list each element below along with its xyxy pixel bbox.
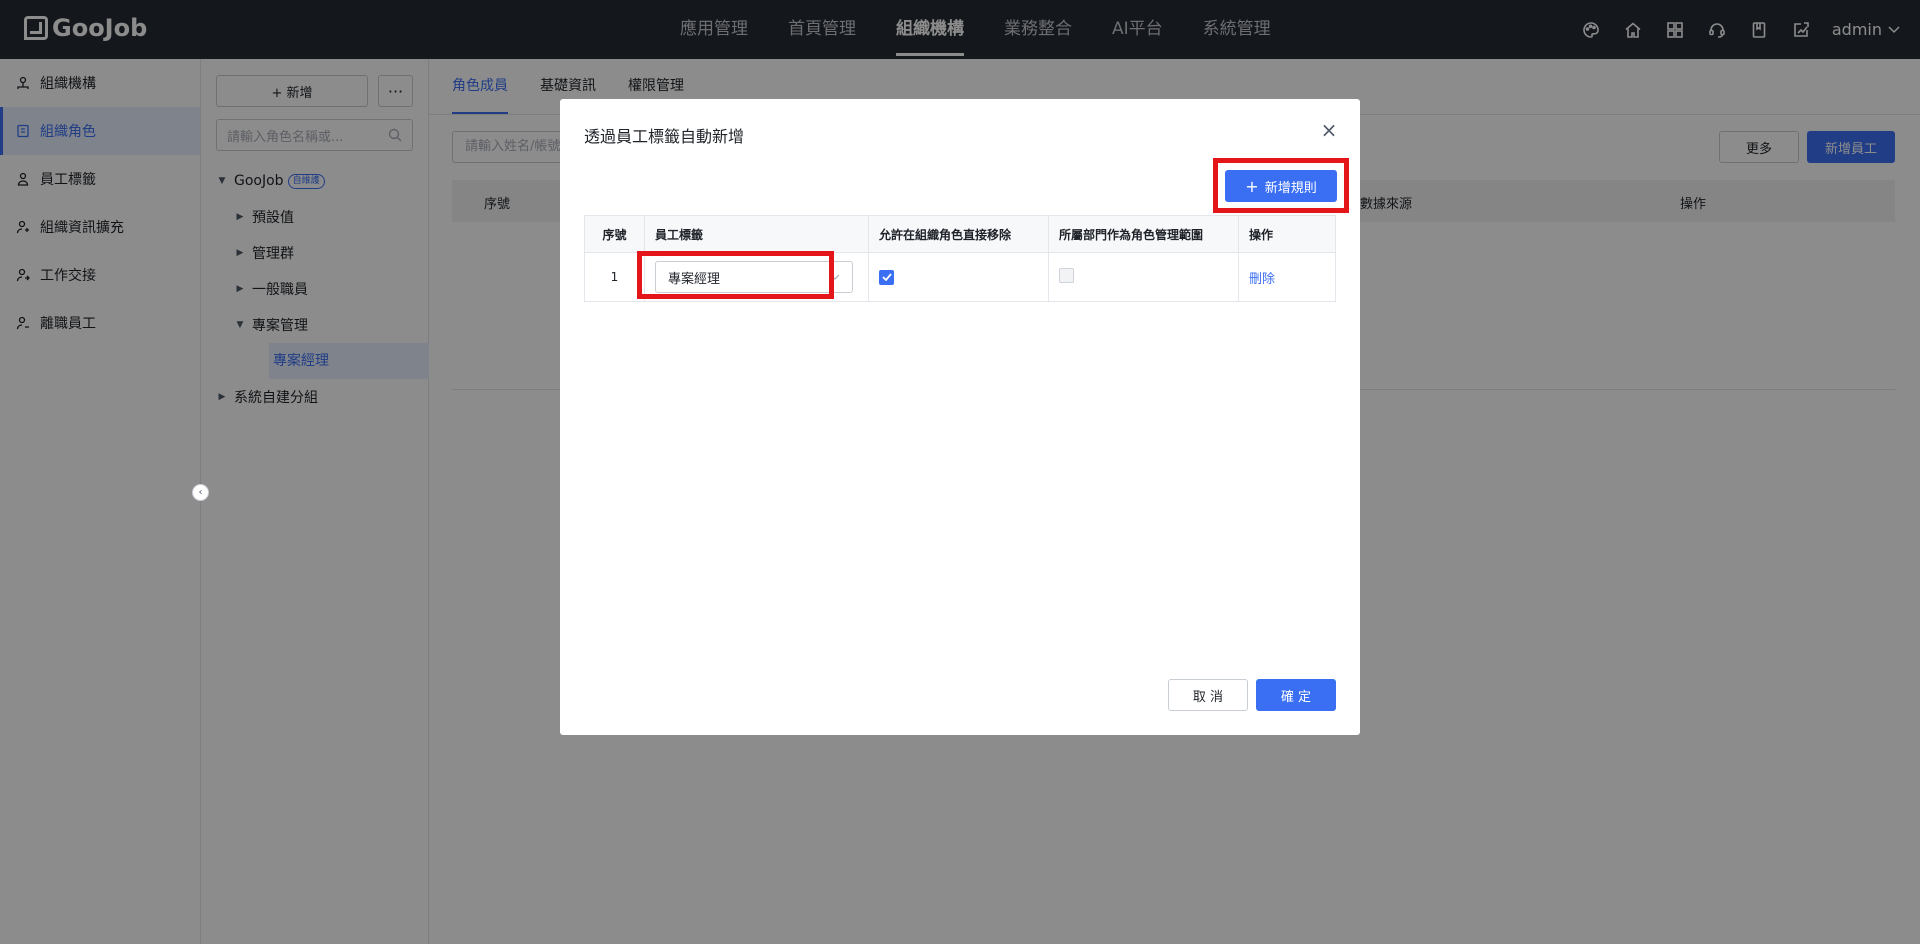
add-rule-button[interactable]: + 新增規則 [1225,170,1337,202]
chevron-left-icon: ‹ [198,487,203,498]
close-icon[interactable]: × [1320,120,1338,140]
action-cell: 刪除 [1238,252,1336,302]
col-allow-remove: 允許在組織角色直接移除 [868,215,1049,253]
row-index: 1 [584,252,645,302]
allow-remove-checkbox[interactable] [879,269,894,285]
highlight-box [637,251,834,299]
cancel-button[interactable]: 取 消 [1168,679,1248,711]
dept-scope-checkbox[interactable] [1059,268,1074,283]
col-tag: 員工標籤 [644,215,869,253]
check-icon [881,273,892,281]
col-index: 序號 [584,215,645,253]
col-action: 操作 [1238,215,1336,253]
plus-icon: + [1245,176,1259,196]
collapse-panel-button[interactable]: ‹ [192,484,209,501]
delete-link[interactable]: 刪除 [1249,272,1275,287]
auto-add-by-tag-dialog: 透過員工標籤自動新增 × + 新增規則 序號 員工標籤 允許在組織角色直接移除 … [560,99,1360,735]
confirm-button[interactable]: 確 定 [1256,679,1336,711]
col-dept-scope: 所屬部門作為角色管理範圍 [1048,215,1239,253]
add-rule-label: 新增規則 [1264,180,1317,196]
dialog-title: 透過員工標籤自動新增 [584,127,745,146]
dept-scope-cell [1048,252,1239,302]
allow-remove-cell [868,252,1049,302]
